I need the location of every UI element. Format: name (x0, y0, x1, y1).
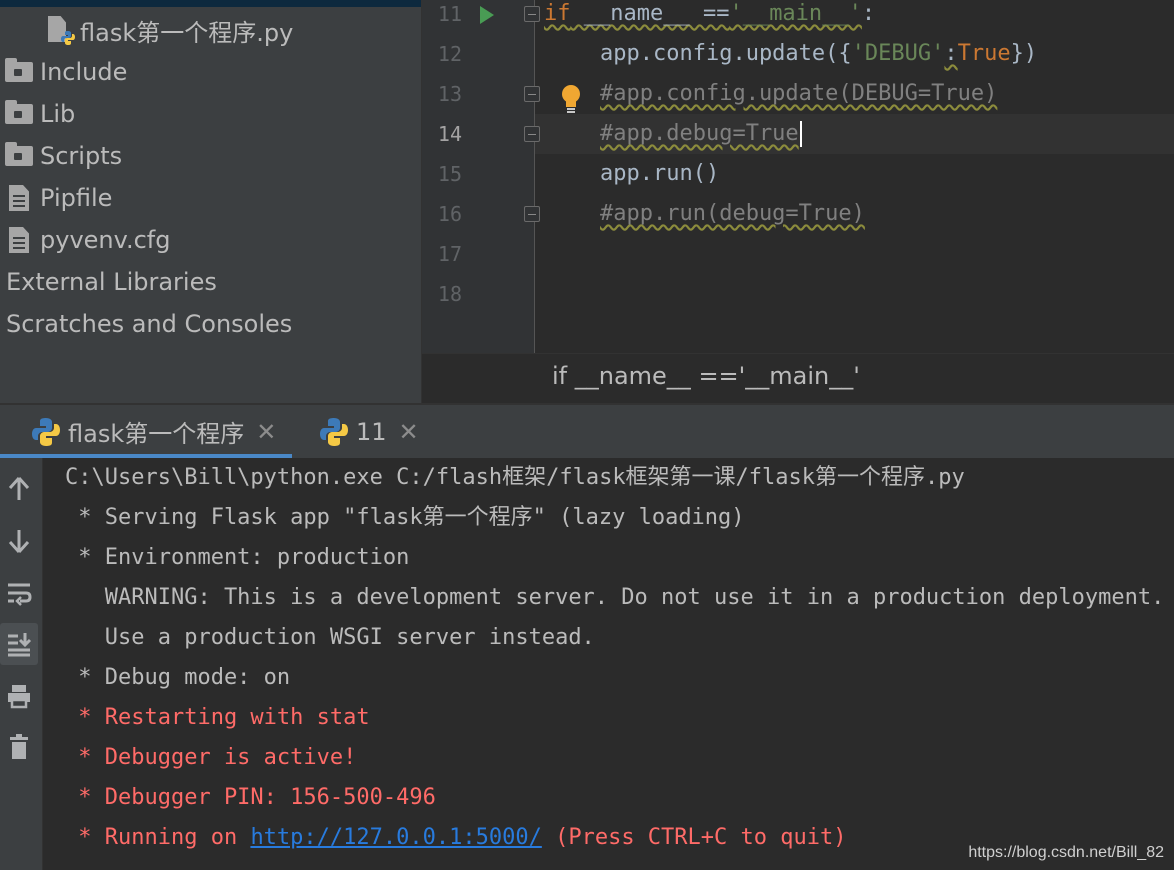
fold-marker[interactable] (524, 206, 540, 222)
console-running-line: * Running on http://127.0.0.1:5000/ (Pre… (65, 818, 846, 858)
tree-item-pyvenv[interactable]: pyvenv.cfg (4, 219, 170, 261)
tree-item-scratches[interactable]: Scratches and Consoles (6, 303, 292, 345)
tree-item-include[interactable]: Include (4, 51, 127, 93)
fold-marker[interactable] (524, 126, 540, 142)
print-icon[interactable] (0, 675, 38, 717)
tree-item-label: pyvenv.cfg (40, 226, 171, 254)
watermark: https://blog.csdn.net/Bill_82 (968, 844, 1164, 861)
console-toolbar (0, 458, 43, 870)
project-panel: flask第一个程序.py Include Lib Scripts Pipfil… (0, 0, 421, 403)
folder-icon (4, 57, 34, 87)
code-token: __name__ == (570, 1, 730, 26)
trash-icon[interactable] (0, 726, 38, 768)
line-number: 16 (437, 202, 462, 226)
run-gutter-icon[interactable] (480, 6, 494, 24)
console-error-line: * Debugger PIN: 156-500-496 (65, 785, 436, 810)
line-number-active: 14 (437, 122, 462, 146)
string-token: 'DEBUG' (851, 41, 945, 66)
console-line: * Debug mode: on (65, 665, 291, 690)
text-caret (799, 121, 802, 147)
breadcrumb-bar: if __name__ =='__main__' (422, 353, 1174, 403)
console-line: Use a production WSGI server instead. (65, 625, 595, 650)
code-line-14: #app.debug=True (600, 114, 802, 154)
comment-token: #app.run(debug=True) (600, 201, 865, 226)
code-token: : (944, 41, 958, 66)
file-icon (4, 183, 34, 213)
code-line-16: #app.run(debug=True) (600, 194, 865, 234)
tab-11[interactable]: 11 ✕ (318, 405, 428, 458)
soft-wrap-icon[interactable] (0, 572, 38, 614)
console-error-line: * Restarting with stat (65, 705, 370, 730)
console-error-line: * Debugger is active! (65, 745, 357, 770)
line-number: 12 (437, 42, 462, 66)
console-output[interactable]: C:\Users\Bill\python.exe C:/flash框架/flas… (43, 458, 1174, 870)
gutter-divider (534, 0, 535, 353)
comment-token: #app.debug=True (600, 121, 799, 146)
console-text: * Running on (65, 825, 251, 850)
keyword-token: True (957, 41, 1011, 66)
tab-flask-program[interactable]: flask第一个程序 ✕ (0, 405, 292, 458)
console-line: * Environment: production (65, 545, 410, 570)
tree-item-label: Scratches and Consoles (6, 310, 293, 338)
tree-item-label: Pipfile (40, 184, 113, 212)
code-line-12: app.config.update({'DEBUG':True}) (600, 34, 1037, 74)
file-icon (4, 225, 34, 255)
console-line: WARNING: This is a development server. D… (65, 585, 1165, 610)
folder-icon (4, 141, 34, 171)
code-token: : (861, 1, 876, 26)
line-number: 18 (437, 282, 462, 306)
code-editor[interactable]: 11 12 13 14 15 16 17 18 if __name__ =='_… (421, 0, 1174, 403)
console-line: C:\Users\Bill\python.exe C:/flash框架/flas… (65, 465, 965, 490)
down-arrow-icon[interactable] (0, 520, 38, 562)
run-tab-bar: flask第一个程序 ✕ 11 ✕ (0, 403, 1174, 458)
scroll-to-end-icon[interactable] (0, 623, 38, 665)
selected-row-fragment[interactable] (0, 0, 421, 7)
comment-token: #app.config.update(DEBUG=True) (600, 81, 998, 106)
tree-item-pipfile[interactable]: Pipfile (4, 177, 112, 219)
code-line-11: if __name__ =='__main__': (544, 0, 875, 34)
tree-item-label: Include (40, 58, 128, 86)
line-number: 17 (437, 242, 462, 266)
tree-item-external-libraries[interactable]: External Libraries (6, 261, 217, 303)
code-token: app.config.update({ (600, 41, 852, 66)
tree-item-scripts[interactable]: Scripts (4, 135, 122, 177)
code-line-15: app.run() (600, 154, 719, 194)
tab-label: 11 (356, 417, 387, 446)
breadcrumb[interactable]: if __name__ =='__main__' (552, 362, 860, 390)
keyword-token: if (544, 1, 571, 26)
code-line-13: #app.config.update(DEBUG=True) (600, 74, 997, 114)
string-token: '__main__' (729, 1, 862, 26)
close-icon[interactable]: ✕ (399, 418, 419, 446)
python-icon (320, 417, 348, 446)
up-arrow-icon[interactable] (0, 468, 38, 510)
tree-item-flask-file[interactable]: flask第一个程序.py (44, 9, 293, 51)
console-line: * Serving Flask app "flask第一个程序" (lazy l… (65, 505, 745, 530)
tree-item-label: Scripts (40, 142, 123, 170)
fold-marker[interactable] (524, 6, 540, 22)
server-url-link[interactable]: http://127.0.0.1:5000/ (250, 825, 541, 850)
tree-item-label: Lib (40, 100, 76, 128)
line-number: 11 (437, 2, 462, 26)
console-text: (Press CTRL+C to quit) (541, 825, 847, 850)
line-number: 13 (437, 82, 462, 106)
line-number: 15 (437, 162, 462, 186)
close-icon[interactable]: ✕ (256, 418, 276, 446)
tree-item-label: flask第一个程序.py (80, 18, 294, 47)
tab-label: flask第一个程序 (68, 420, 245, 448)
code-token: app.run() (600, 161, 720, 186)
tree-item-lib[interactable]: Lib (4, 93, 75, 135)
python-file-icon (44, 15, 75, 45)
tree-item-label: External Libraries (6, 268, 217, 296)
fold-marker[interactable] (524, 86, 540, 102)
python-icon (32, 417, 60, 446)
folder-icon (4, 99, 34, 129)
lightbulb-icon[interactable] (560, 84, 582, 114)
code-token: }) (1010, 41, 1038, 66)
